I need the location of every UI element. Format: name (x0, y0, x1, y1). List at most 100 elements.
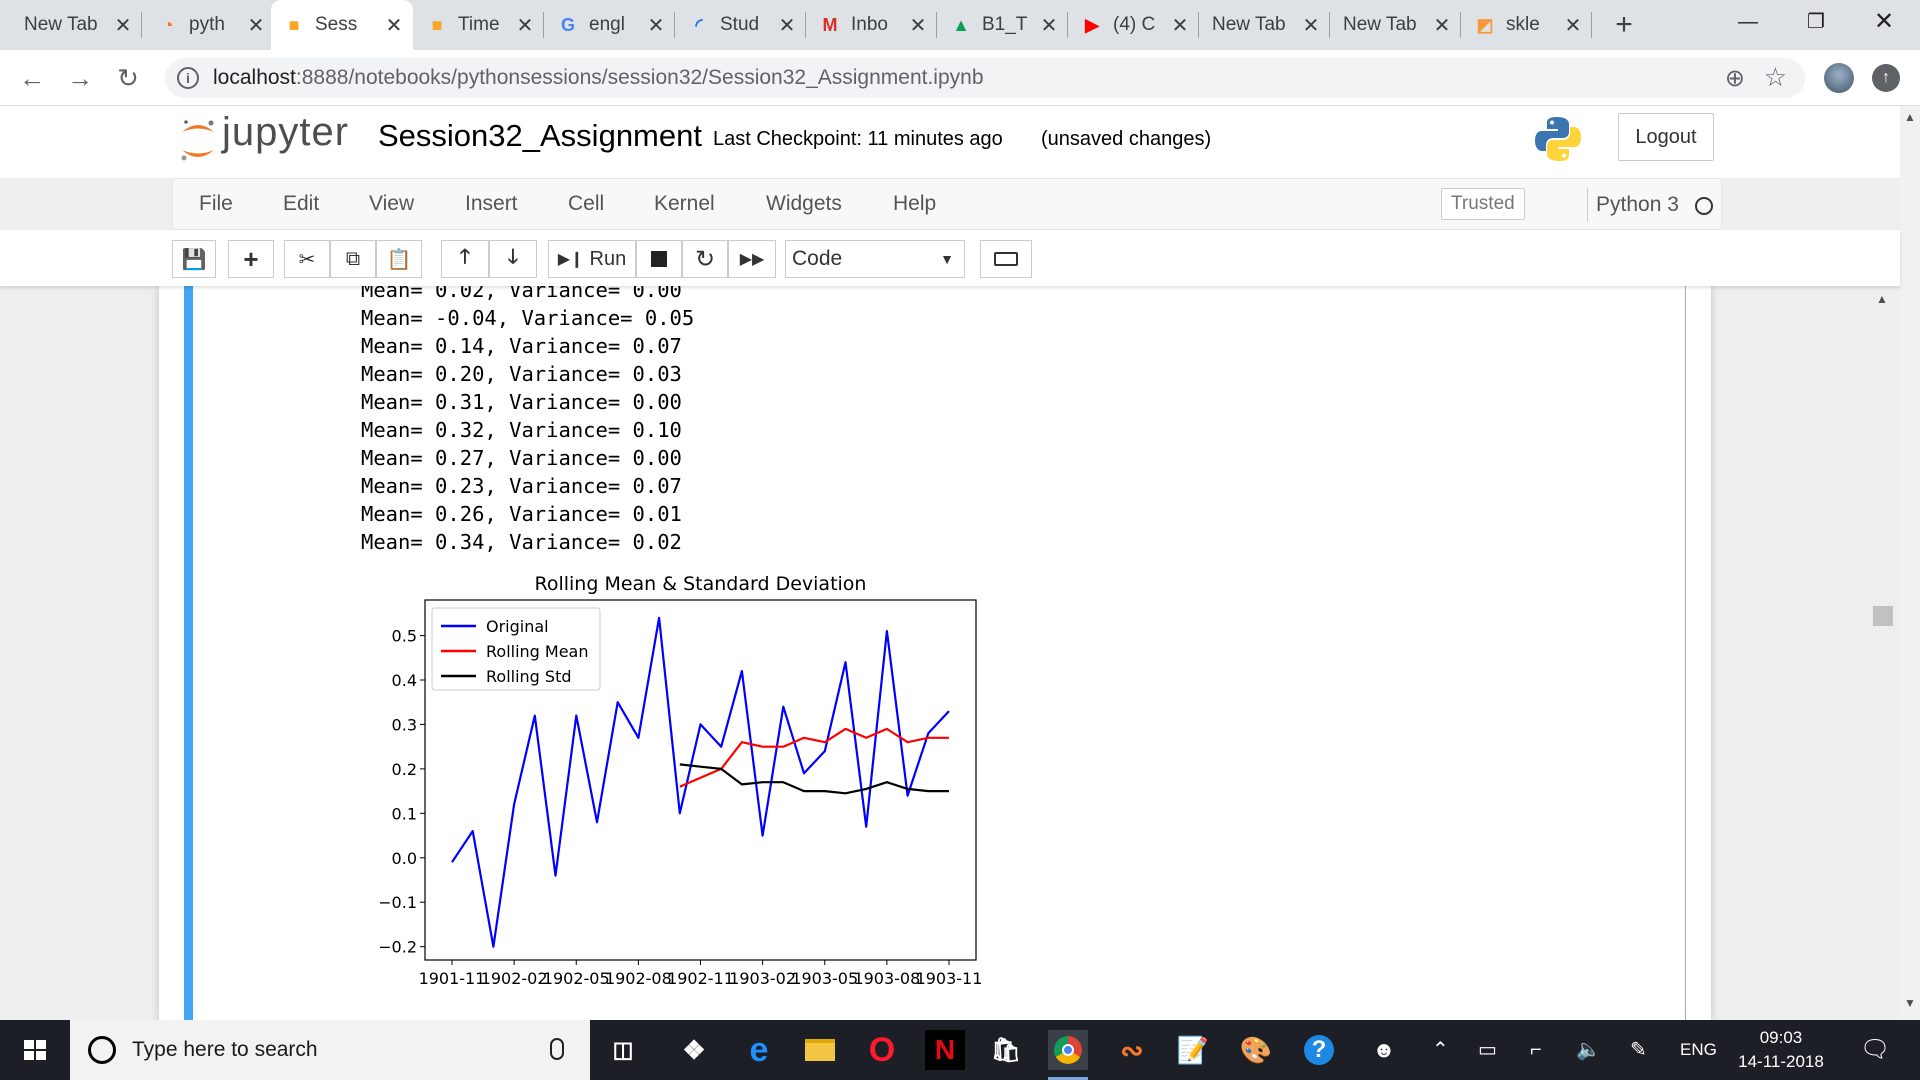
menu-kernel[interactable]: Kernel (654, 179, 715, 229)
clock[interactable]: 09:03 14-11-2018 (1726, 1026, 1836, 1074)
command-palette-button[interactable] (980, 240, 1032, 278)
chrome-icon[interactable] (1048, 1030, 1088, 1080)
omnibox[interactable]: i localhost:8888/notebooks/pythonsession… (165, 58, 1805, 98)
site-info-icon[interactable]: i (177, 67, 199, 89)
arrow-down-icon: 🡓 (507, 246, 519, 268)
close-tab-icon[interactable]: ✕ (516, 13, 534, 38)
edge-icon[interactable]: e (739, 1030, 779, 1070)
volume-icon[interactable]: 🔈 (1576, 1020, 1601, 1080)
store-icon[interactable]: 🛍 (986, 1030, 1026, 1070)
close-tab-icon[interactable]: ✕ (247, 13, 265, 38)
scroll-up-icon[interactable]: ▲ (1876, 292, 1888, 306)
page-scroll-down-icon[interactable]: ▼ (1904, 996, 1916, 1010)
page-scrollbar[interactable]: ▲ ▼ (1900, 106, 1920, 1020)
close-tab-icon[interactable]: ✕ (647, 13, 665, 38)
file-explorer-icon[interactable] (800, 1030, 840, 1070)
close-tab-icon[interactable]: ✕ (1171, 13, 1189, 38)
insert-cell-button[interactable]: + (228, 240, 274, 278)
close-window-button[interactable]: ✕ (1850, 0, 1918, 44)
keyboard-icon (994, 252, 1018, 266)
bookmark-star-icon[interactable]: ☆ (1764, 62, 1787, 93)
menu-file[interactable]: File (199, 179, 233, 229)
jupyter-taskbar-icon[interactable]: ∾ (1112, 1030, 1152, 1070)
browser-tab[interactable]: ▲ B1_T ✕ (938, 0, 1068, 50)
page-scroll-up-icon[interactable]: ▲ (1904, 110, 1916, 124)
restart-run-all-button[interactable]: ▶▶ (728, 240, 776, 278)
task-view-icon[interactable]: ◫ (603, 1030, 643, 1070)
cut-button[interactable]: ✂ (284, 240, 330, 278)
browser-tab[interactable]: New Tab ✕ (1200, 0, 1330, 50)
notebook-scrollbar[interactable]: ▲ (1870, 286, 1893, 1020)
menu-widgets[interactable]: Widgets (766, 179, 842, 229)
new-tab-button[interactable]: + (1605, 6, 1643, 44)
close-tab-icon[interactable]: ✕ (1302, 13, 1320, 38)
close-tab-icon[interactable]: ✕ (1040, 13, 1058, 38)
browser-tab[interactable]: Gengl ✕ (545, 0, 675, 50)
tab-separator (1198, 12, 1199, 38)
move-down-button[interactable]: 🡓 (489, 240, 537, 278)
move-up-button[interactable]: 🡑 (441, 240, 489, 278)
close-tab-icon[interactable]: ✕ (1433, 13, 1451, 38)
output-line: Mean= 0.34, Variance= 0.02 (361, 530, 682, 554)
scrollbar-thumb[interactable] (1873, 606, 1893, 626)
close-tab-icon[interactable]: ✕ (114, 13, 132, 38)
close-tab-icon[interactable]: ✕ (385, 13, 403, 38)
run-button[interactable]: ▶❙ Run (548, 240, 636, 278)
menu-insert[interactable]: Insert (465, 179, 518, 229)
browser-tab[interactable]: ◔ pyth ✕ (145, 0, 275, 50)
loading-icon: ◜ (695, 14, 703, 35)
jupyter-logo-icon[interactable] (178, 116, 218, 164)
reload-icon[interactable]: ↻ (112, 62, 144, 94)
paint-icon[interactable]: 🎨 (1236, 1030, 1276, 1070)
battery-icon[interactable]: ▭ (1478, 1020, 1497, 1080)
browser-tab[interactable]: M Inbo ✕ (807, 0, 937, 50)
browser-tab[interactable]: ▶ (4) C ✕ (1069, 0, 1199, 50)
browser-tab[interactable]: ■ Time ✕ (414, 0, 544, 50)
notepad-icon[interactable]: 📝 (1173, 1030, 1213, 1070)
menu-edit[interactable]: Edit (283, 179, 319, 229)
people-icon[interactable]: ☻ (1364, 1030, 1404, 1070)
taskbar-search[interactable]: Type here to search (70, 1020, 590, 1080)
menu-view[interactable]: View (369, 179, 414, 229)
netflix-icon[interactable]: N (925, 1030, 965, 1070)
extension-icon[interactable]: ↑ (1872, 64, 1900, 92)
browser-tab[interactable]: New Tab ✕ (1331, 0, 1461, 50)
copy-button[interactable]: ⧉ (330, 240, 376, 278)
dropbox-icon[interactable]: ❖ (674, 1030, 714, 1070)
browser-tab[interactable]: ◜ Stud ✕ (676, 0, 806, 50)
cell-type-select[interactable]: Code ▼ (785, 240, 965, 278)
url-text[interactable]: localhost:8888/notebooks/pythonsessions/… (213, 58, 984, 98)
zoom-icon[interactable]: ⊕ (1725, 64, 1745, 93)
browser-tab[interactable]: ■ Sess ✕ (271, 0, 413, 50)
close-tab-icon[interactable]: ✕ (778, 13, 796, 38)
back-icon[interactable]: ← (16, 62, 48, 94)
logout-button[interactable]: Logout (1618, 113, 1714, 161)
microphone-icon[interactable] (550, 1038, 564, 1060)
notebook-name[interactable]: Session32_Assignment (378, 118, 702, 154)
notifications-icon[interactable]: 🗨 (1860, 1020, 1890, 1080)
language-indicator[interactable]: ENG (1680, 1020, 1717, 1080)
restart-button[interactable]: ↻ (682, 240, 728, 278)
wifi-icon[interactable]: ⌐ (1530, 1020, 1542, 1080)
show-hidden-icons[interactable]: ⌃ (1432, 1020, 1449, 1080)
save-button[interactable]: 💾 (172, 240, 216, 278)
pen-icon[interactable]: ✎ (1630, 1020, 1647, 1080)
close-tab-icon[interactable]: ✕ (909, 13, 927, 38)
output-line: Mean= 0.14, Variance= 0.07 (361, 334, 682, 358)
menu-cell[interactable]: Cell (568, 179, 604, 229)
paste-button[interactable]: 📋 (376, 240, 422, 278)
browser-tab[interactable]: ◩ skle ✕ (1462, 0, 1592, 50)
profile-avatar[interactable] (1824, 63, 1854, 93)
tab-separator (1591, 12, 1592, 38)
browser-tab[interactable]: New Tab ✕ (12, 0, 142, 50)
menu-help[interactable]: Help (893, 179, 936, 229)
windows-start-icon[interactable] (0, 1020, 70, 1080)
help-icon[interactable]: ? (1299, 1030, 1339, 1070)
trusted-indicator[interactable]: Trusted (1441, 188, 1525, 220)
restore-button[interactable]: ❐ (1782, 0, 1850, 44)
interrupt-button[interactable] (636, 240, 682, 278)
close-tab-icon[interactable]: ✕ (1564, 13, 1582, 38)
minimize-button[interactable]: — (1714, 0, 1782, 44)
forward-icon[interactable]: → (64, 62, 96, 94)
opera-icon[interactable]: O (862, 1030, 902, 1070)
